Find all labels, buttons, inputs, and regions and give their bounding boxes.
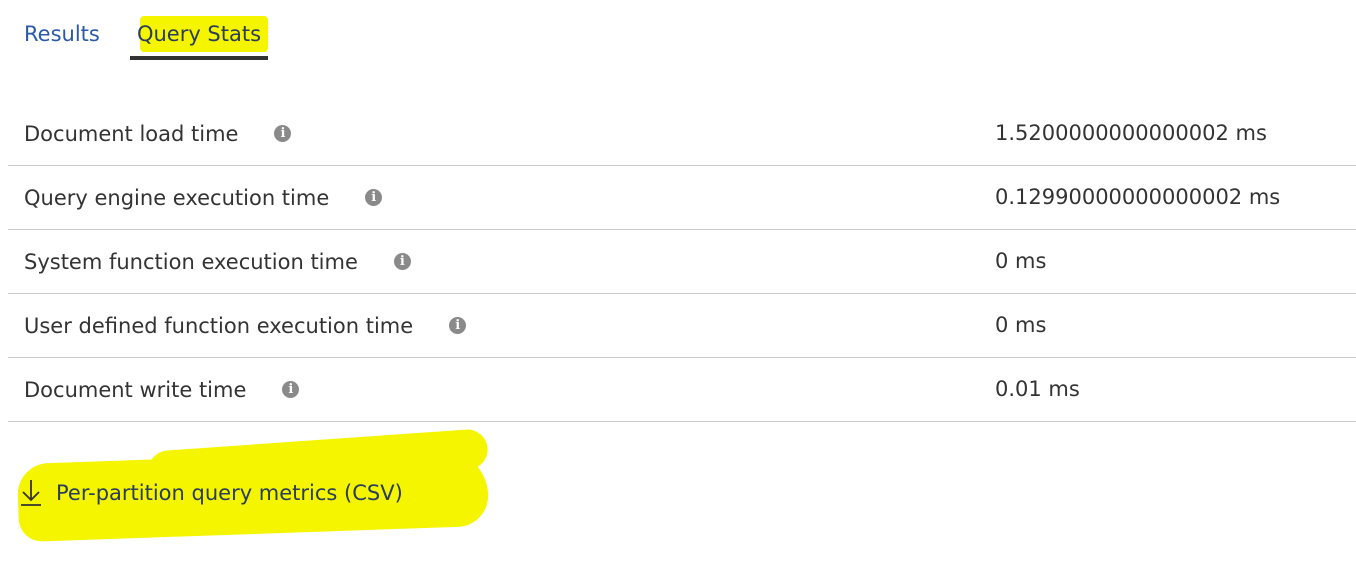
info-icon[interactable]: i — [393, 253, 411, 270]
stats-row-query-engine-execution-time: Query engine execution time i 0.12990000… — [8, 166, 1356, 230]
stat-value: 0 ms — [995, 313, 1047, 337]
info-icon[interactable]: i — [449, 317, 467, 334]
stats-row-document-load-time: Document load time i 1.5200000000000002 … — [8, 102, 1356, 166]
tab-query-stats-label: Query Stats — [136, 22, 262, 46]
stat-value: 1.5200000000000002 ms — [995, 121, 1267, 145]
stats-row-system-function-execution-time: System function execution time i 0 ms — [8, 230, 1356, 294]
query-stats-page: Results Query Stats Document load time i… — [0, 0, 1356, 563]
download-csv-label: Per-partition query metrics (CSV) — [56, 481, 403, 505]
stat-label: Document write time — [24, 377, 247, 402]
stat-label: User defined function execution time — [24, 313, 414, 338]
stats-row-document-write-time: Document write time i 0.01 ms — [8, 358, 1356, 422]
tab-bar: Results Query Stats — [0, 0, 600, 62]
tab-results[interactable]: Results — [24, 14, 100, 54]
stats-row-user-defined-function-execution-time: User defined function execution time i 0… — [8, 294, 1356, 358]
download-csv-link[interactable]: Per-partition query metrics (CSV) — [18, 478, 403, 508]
active-tab-indicator — [130, 56, 268, 60]
tab-query-stats[interactable]: Query Stats — [130, 14, 268, 54]
info-icon[interactable]: i — [282, 381, 300, 398]
stat-label: Query engine execution time — [24, 185, 330, 210]
info-icon[interactable]: i — [274, 125, 292, 142]
tab-results-label: Results — [24, 22, 100, 46]
stat-value: 0 ms — [995, 249, 1047, 273]
stat-value: 0.01 ms — [995, 377, 1080, 401]
info-icon[interactable]: i — [365, 189, 383, 206]
download-section: Per-partition query metrics (CSV) — [16, 428, 498, 543]
stat-label: System function execution time — [24, 249, 358, 274]
stat-value: 0.12990000000000002 ms — [995, 185, 1281, 209]
stats-table: Document load time i 1.5200000000000002 … — [8, 102, 1356, 422]
stat-label: Document load time — [24, 121, 239, 146]
download-arrow-icon — [18, 478, 46, 508]
